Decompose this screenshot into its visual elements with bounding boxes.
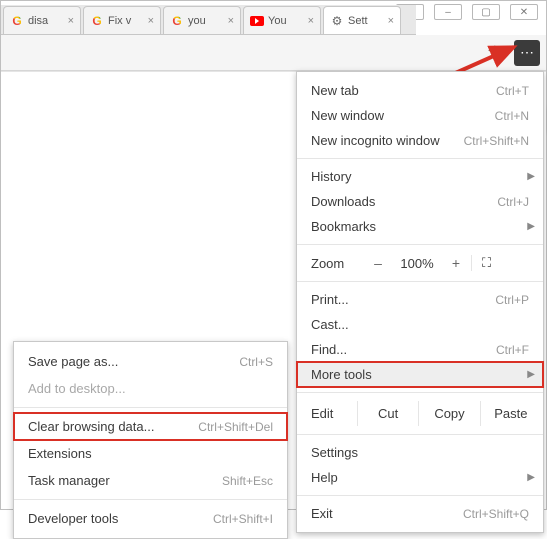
tab-label: disa [28,15,64,27]
close-icon[interactable]: × [388,15,394,27]
submenu-task-manager[interactable]: Task managerShift+Esc [14,467,287,494]
menu-find[interactable]: Find...Ctrl+F [297,337,543,362]
menu-separator [297,244,543,245]
menu-separator [14,499,287,500]
menu-separator [297,434,543,435]
minimize-button[interactable]: – [434,4,462,20]
tab-4-active[interactable]: ⚙ Sett × [323,6,401,34]
tab-0[interactable]: G disa × [3,6,81,34]
fullscreen-icon[interactable]: ⛶ [471,255,501,271]
chevron-right-icon: ▶ [527,171,535,182]
menu-edit-row: Edit Cut Copy Paste [297,398,543,429]
close-icon[interactable]: × [148,15,154,27]
maximize-button[interactable]: ▢ [472,4,500,20]
tab-label: Sett [348,15,384,27]
menu-separator [297,281,543,282]
menu-new-tab[interactable]: New tabCtrl+T [297,78,543,103]
zoom-label: Zoom [307,256,363,271]
tab-strip: G disa × G Fix v × G you × You × ⚙ Sett … [1,5,416,35]
google-icon: G [170,14,184,28]
browser-window: 👤 – ▢ ✕ G disa × G Fix v × G you × You ×… [0,0,547,510]
gear-icon: ⚙ [330,14,344,28]
submenu-developer-tools[interactable]: Developer toolsCtrl+Shift+I [14,505,287,532]
menu-cast[interactable]: Cast... [297,312,543,337]
menu-history[interactable]: History▶ [297,164,543,189]
tab-label: You [268,15,304,27]
menu-zoom-row: Zoom – 100% + ⛶ [297,250,543,276]
edit-cut-button[interactable]: Cut [357,401,418,426]
zoom-out-button[interactable]: – [363,255,393,271]
google-icon: G [10,14,24,28]
tab-1[interactable]: G Fix v × [83,6,161,34]
toolbar: ☆ ⋯ [1,35,546,71]
window-titlebar: 👤 – ▢ ✕ [396,1,546,23]
close-button[interactable]: ✕ [510,4,538,20]
submenu-save-page[interactable]: Save page as...Ctrl+S [14,348,287,375]
more-tools-submenu: Save page as...Ctrl+S Add to desktop... … [13,341,288,539]
menu-more-tools[interactable]: More tools▶ [297,362,543,387]
edit-paste-button[interactable]: Paste [480,401,541,426]
tab-2[interactable]: G you × [163,6,241,34]
menu-separator [297,495,543,496]
submenu-add-to-desktop[interactable]: Add to desktop... [14,375,287,402]
menu-separator [297,158,543,159]
edit-label: Edit [299,406,357,421]
close-icon[interactable]: × [308,15,314,27]
tab-label: you [188,15,224,27]
edit-copy-button[interactable]: Copy [418,401,479,426]
chevron-right-icon: ▶ [527,221,535,232]
submenu-extensions[interactable]: Extensions [14,440,287,467]
menu-exit[interactable]: ExitCtrl+Shift+Q [297,501,543,526]
extension-icon[interactable]: ⋯ [514,40,540,66]
menu-separator [297,392,543,393]
zoom-in-button[interactable]: + [441,255,471,271]
google-icon: G [90,14,104,28]
menu-downloads[interactable]: DownloadsCtrl+J [297,189,543,214]
menu-help[interactable]: Help▶ [297,465,543,490]
close-icon[interactable]: × [68,15,74,27]
menu-new-window[interactable]: New windowCtrl+N [297,103,543,128]
tab-3[interactable]: You × [243,6,321,34]
tab-label: Fix v [108,15,144,27]
chevron-right-icon: ▶ [527,472,535,483]
youtube-icon [250,14,264,28]
menu-separator [14,407,287,408]
menu-settings[interactable]: Settings [297,440,543,465]
chevron-right-icon: ▶ [527,369,535,380]
zoom-value: 100% [393,256,441,271]
close-icon[interactable]: × [228,15,234,27]
menu-print[interactable]: Print...Ctrl+P [297,287,543,312]
submenu-clear-browsing-data[interactable]: Clear browsing data...Ctrl+Shift+Del [14,413,287,440]
bookmark-star-icon[interactable]: ☆ [482,40,508,66]
menu-bookmarks[interactable]: Bookmarks▶ [297,214,543,239]
main-menu: New tabCtrl+T New windowCtrl+N New incog… [296,71,544,533]
menu-new-incognito[interactable]: New incognito windowCtrl+Shift+N [297,128,543,153]
